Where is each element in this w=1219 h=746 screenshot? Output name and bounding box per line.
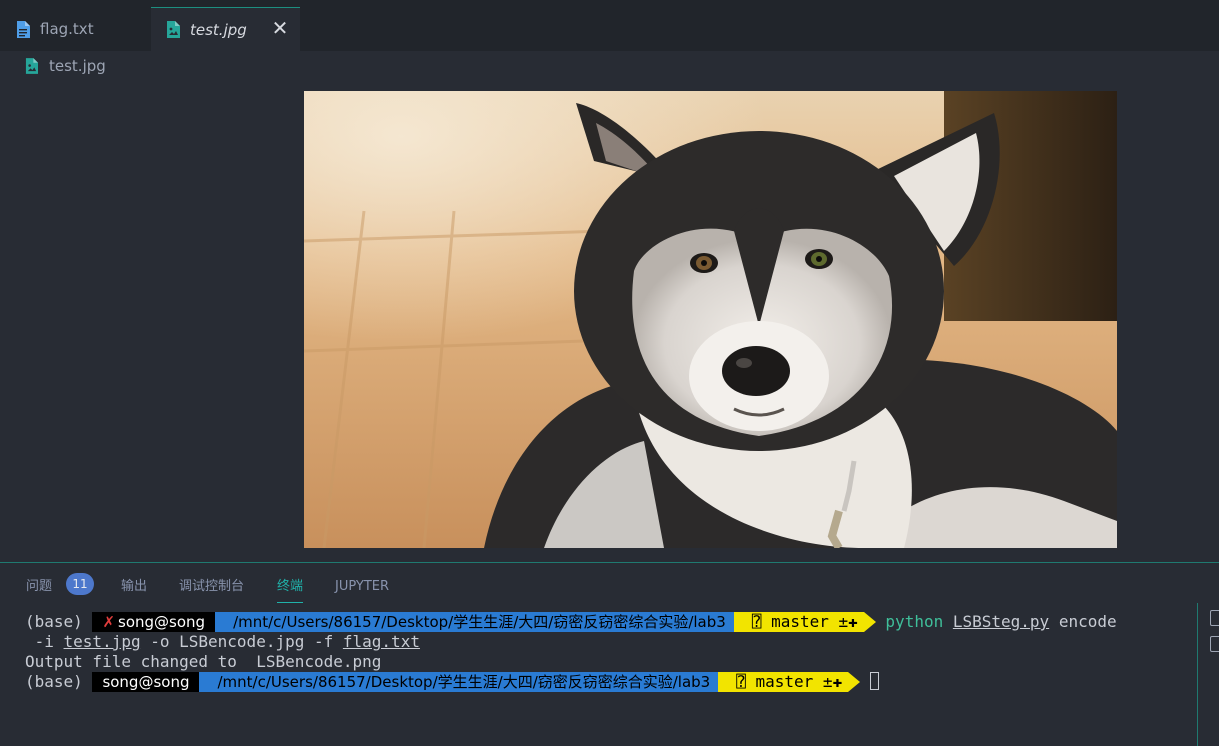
tab-jupyter[interactable]: JUPYTER	[335, 575, 389, 599]
command-input-file[interactable]: test.jpg	[64, 632, 141, 651]
breadcrumb[interactable]: test.jpg	[0, 51, 1219, 81]
command-args: encode	[1049, 612, 1117, 631]
close-icon[interactable]: ✕	[270, 18, 290, 38]
tab-test-jpg[interactable]: test.jpg ✕	[151, 7, 300, 51]
prompt-user-segment: ✗ song@song	[92, 612, 216, 632]
tab-terminal[interactable]: 终端	[277, 575, 304, 603]
breadcrumb-label: test.jpg	[49, 57, 106, 75]
conda-env: (base)	[25, 612, 93, 631]
prompt-git-branch: ⍰ master ±✚	[733, 612, 864, 632]
prompt-user: song@song	[92, 672, 200, 692]
tab-label: test.jpg	[190, 20, 247, 39]
error-mark-icon: ✗	[102, 613, 116, 631]
terminal-split-divider[interactable]	[1197, 603, 1198, 746]
tab-label: flag.txt	[40, 20, 94, 38]
image-file-icon	[167, 21, 180, 38]
command-flag-file[interactable]: flag.txt	[343, 632, 420, 651]
terminal-instance-icon[interactable]	[1210, 636, 1219, 652]
terminal-line: -i test.jpg -o LSBencode.jpg -f flag.txt	[25, 632, 420, 652]
tab-bar: flag.txt test.jpg ✕	[0, 0, 1219, 51]
prompt-git-branch: ⍰ master ±✚	[718, 672, 849, 692]
tab-problems[interactable]: 问题	[26, 575, 52, 599]
terminal-output-line: Output file changed to LSBencode.png	[25, 652, 382, 671]
command-script[interactable]: LSBSteg.py	[953, 612, 1049, 631]
separator-arrow	[863, 612, 876, 632]
terminal-cursor[interactable]	[869, 672, 879, 690]
prompt-user: song@song	[118, 613, 206, 631]
dog-photo	[304, 91, 1117, 548]
command-args: -o LSBencode.jpg -f	[140, 632, 343, 651]
problems-count-badge: 11	[66, 573, 94, 595]
tab-flag-txt[interactable]: flag.txt	[0, 7, 150, 51]
terminal-line: (base) song@song/mnt/c/Users/86157/Deskt…	[25, 672, 879, 692]
image-file-icon	[25, 58, 38, 74]
command-python: python	[885, 612, 944, 631]
prompt-path: /mnt/c/Users/86157/Desktop/学生生涯/大四/窃密反窃密…	[215, 612, 734, 632]
command-args: -i	[25, 632, 64, 651]
file-text-icon	[17, 20, 30, 38]
tab-output[interactable]: 输出	[121, 575, 147, 599]
image-preview	[304, 91, 1117, 548]
tab-debug-console[interactable]: 调试控制台	[179, 575, 244, 599]
terminal-line: (base) ✗ song@song/mnt/c/Users/86157/Desk…	[25, 612, 1117, 632]
prompt-path: /mnt/c/Users/86157/Desktop/学生生涯/大四/窃密反窃密…	[199, 672, 719, 692]
terminal-instance-icon[interactable]	[1210, 610, 1219, 626]
conda-env: (base)	[25, 672, 93, 691]
separator-arrow	[848, 672, 861, 692]
